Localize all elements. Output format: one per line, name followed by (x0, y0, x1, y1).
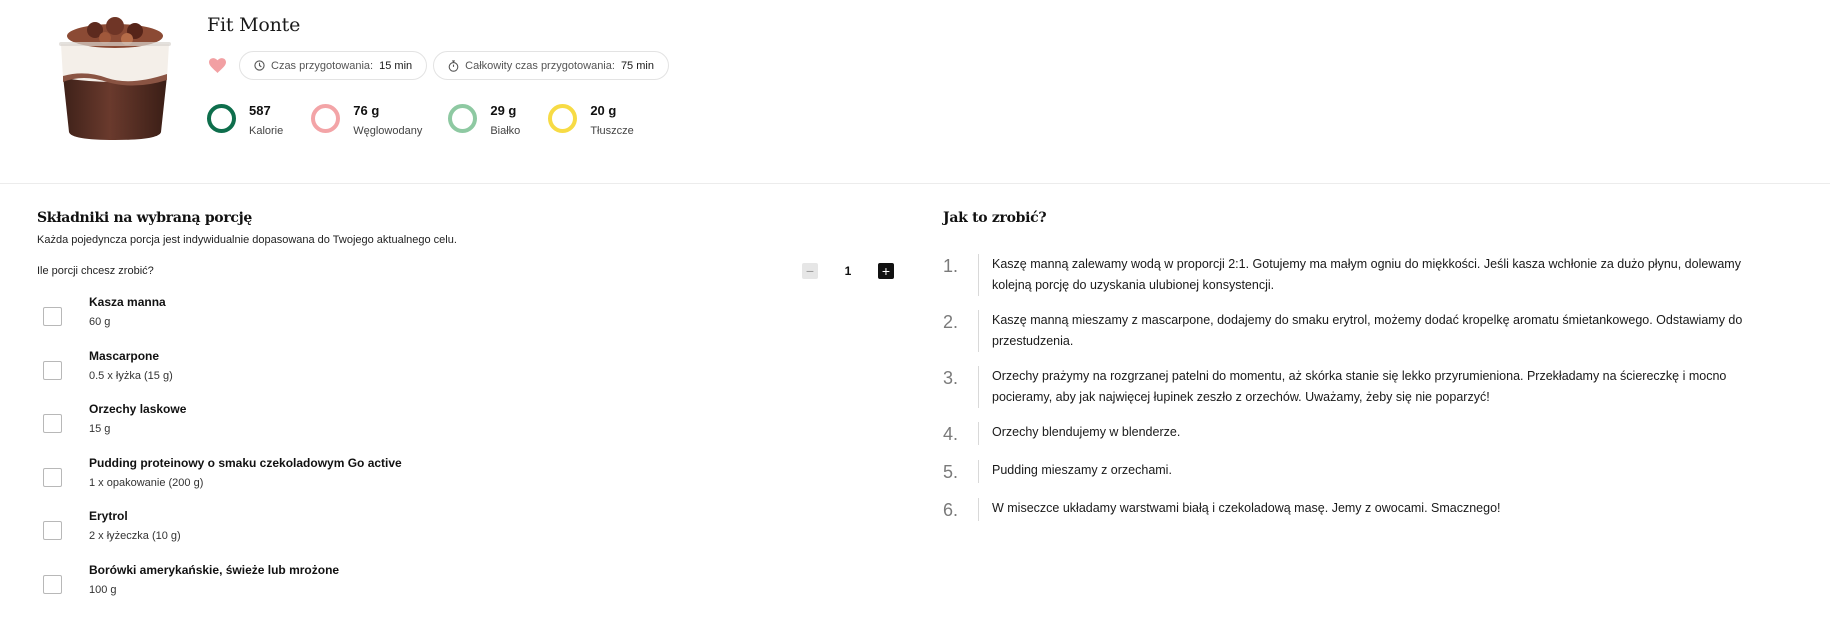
ingredient-checkbox[interactable] (43, 414, 62, 433)
step-item: 5. Pudding mieszamy z orzechami. (943, 460, 1793, 483)
ingredient-checkbox[interactable] (43, 521, 62, 540)
macro-carbs: 76 g Węglowodany (311, 103, 422, 138)
recipe-image (59, 17, 171, 140)
ingredient-quantity: 15 g (89, 423, 111, 435)
ingredient-quantity: 1 x opakowanie (200 g) (89, 476, 204, 489)
clock-icon (254, 60, 265, 71)
step-divider (978, 254, 979, 296)
step-text: W miseczce układamy warstwami białą i cz… (992, 501, 1501, 515)
ingredient-checkbox[interactable] (43, 467, 62, 487)
ingredient-quantity: 2 x łyżeczka (10 g) (89, 530, 181, 542)
ingredient-name: Orzechy laskowe (89, 402, 187, 416)
prep-time-pill: Czas przygotowania: 15 min (239, 51, 428, 80)
macro-summary: 587 Kalorie 76 g Węglowodany 29 g Białko… (207, 103, 662, 138)
ingredient-item: Orzechy laskowe 15 g (37, 402, 887, 456)
total-time-pill: Całkowity czas przygotowania: 75 min (433, 51, 669, 80)
ingredient-item: Pudding proteinowy o smaku czekoladowym … (37, 456, 887, 510)
step-number: 5. (943, 462, 959, 482)
step-divider (978, 366, 979, 408)
ingredients-section: Składniki na wybraną porcję Każda pojedy… (37, 210, 894, 616)
step-item: 4. Orzechy blendujemy w blenderze. (943, 422, 1793, 445)
total-time-label: Całkowity czas przygotowania: (465, 59, 615, 72)
macro-protein: 29 g Białko (448, 103, 520, 138)
macro-value: 76 g (353, 103, 380, 118)
ingredient-quantity: 60 g (89, 316, 111, 328)
ingredient-item: Kasza manna 60 g (37, 295, 887, 349)
step-item: 1. Kaszę manną zalewamy wodą w proporcji… (943, 254, 1793, 296)
ingredients-subtitle: Każda pojedyncza porcja jest indywidualn… (37, 234, 457, 246)
step-number: 6. (943, 500, 959, 520)
step-divider (978, 460, 979, 483)
step-text: Orzechy prażymy na rozgrzanej patelni do… (992, 369, 1727, 404)
step-text: Kaszę manną mieszamy z mascarpone, dodaj… (992, 313, 1743, 348)
stopwatch-icon (448, 59, 459, 72)
instructions-title: Jak to zrobić? (943, 210, 1047, 226)
ingredient-name: Pudding proteinowy o smaku czekoladowym … (89, 455, 402, 470)
recipe-title: Fit Monte (207, 14, 301, 36)
step-divider (978, 310, 979, 352)
macro-value: 587 (249, 103, 271, 118)
ingredient-name: Mascarpone (89, 348, 160, 363)
macro-value: 20 g (590, 103, 617, 118)
macro-label: Białko (490, 125, 521, 137)
ingredient-checkbox[interactable] (43, 307, 62, 326)
step-number: 4. (943, 424, 959, 444)
macro-label: Tłuszcze (590, 125, 634, 137)
step-divider (978, 498, 979, 521)
ingredient-item: Borówki amerykańskie, świeże lub mrożone… (37, 563, 887, 617)
step-text: Pudding mieszamy z orzechami. (992, 463, 1172, 477)
ingredient-quantity: 100 g (89, 583, 117, 596)
step-list: 1. Kaszę manną zalewamy wodą w proporcji… (943, 254, 1793, 521)
ingredient-list: Kasza manna 60 g Mascarpone 0.5 x łyżka … (37, 295, 887, 616)
increase-portion-button[interactable]: + (878, 263, 894, 279)
macro-calories: 587 Kalorie (207, 103, 283, 138)
step-item: 6. W miseczce układamy warstwami białą i… (943, 498, 1793, 521)
favorite-button[interactable] (207, 56, 227, 76)
fat-ring-icon (548, 104, 578, 133)
step-item: 2. Kaszę manną mieszamy z mascarpone, do… (943, 310, 1793, 352)
ingredient-name: Kasza manna (89, 295, 166, 309)
protein-ring-icon (448, 104, 478, 133)
ingredient-checkbox[interactable] (43, 574, 62, 594)
heart-icon (208, 58, 226, 73)
decrease-portion-button[interactable]: − (802, 263, 818, 279)
portion-label: Ile porcji chcesz zrobić? (37, 265, 154, 277)
recipe-header: Fit Monte Czas przygotowania: 15 min Cał… (0, 0, 1830, 184)
step-number: 1. (943, 256, 959, 276)
step-divider (978, 422, 979, 445)
macro-label: Kalorie (249, 125, 284, 137)
ingredient-name: Erytrol (89, 509, 128, 523)
calories-ring-icon (207, 104, 236, 133)
step-text: Kaszę manną zalewamy wodą w proporcji 2:… (992, 257, 1741, 292)
portion-stepper: − 1 + (802, 263, 894, 279)
ingredient-item: Erytrol 2 x łyżeczka (10 g) (37, 509, 887, 563)
ingredients-title: Składniki na wybraną porcję (37, 210, 253, 226)
macro-fat: 20 g Tłuszcze (548, 103, 634, 138)
minus-icon: − (805, 263, 815, 279)
instructions-section: Jak to zrobić? 1. Kaszę manną zalewamy w… (943, 210, 1793, 521)
step-number: 3. (943, 368, 959, 388)
macro-value: 29 g (490, 103, 517, 118)
step-text: Orzechy blendujemy w blenderze. (992, 425, 1181, 439)
portion-selector: Ile porcji chcesz zrobić? − 1 + (37, 258, 894, 284)
portion-count: 1 (844, 264, 852, 278)
total-time-value: 75 min (620, 59, 654, 72)
ingredient-quantity: 0.5 x łyżka (15 g) (89, 369, 173, 382)
macro-label: Węglowodany (353, 125, 423, 137)
step-item: 3. Orzechy prażymy na rozgrzanej patelni… (943, 366, 1793, 408)
recipe-meta: Czas przygotowania: 15 min Całkowity cza… (207, 51, 669, 80)
prep-time-value: 15 min (379, 59, 413, 72)
step-number: 2. (943, 312, 959, 332)
ingredient-name: Borówki amerykańskie, świeże lub mrożone (89, 562, 340, 577)
carbs-ring-icon (311, 104, 341, 133)
prep-time-label: Czas przygotowania: (271, 59, 374, 72)
ingredient-item: Mascarpone 0.5 x łyżka (15 g) (37, 349, 887, 403)
plus-icon: + (881, 263, 891, 279)
ingredient-checkbox[interactable] (43, 360, 62, 380)
